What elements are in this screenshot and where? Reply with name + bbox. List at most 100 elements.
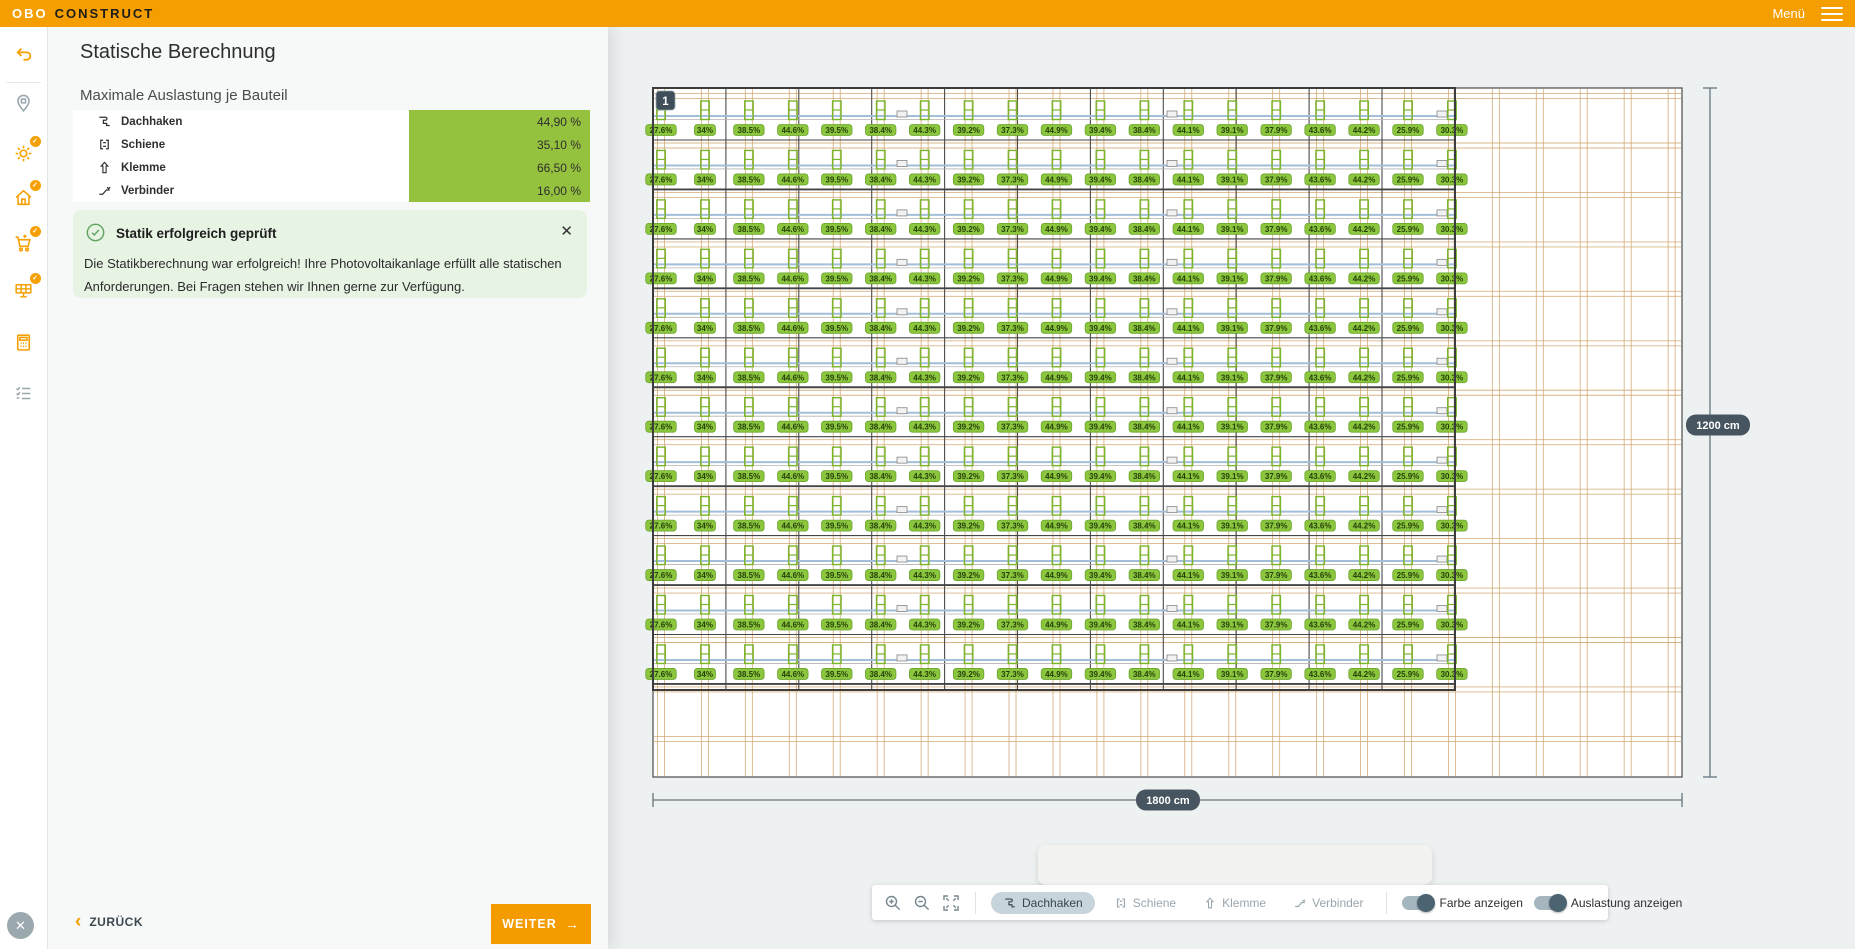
svg-text:39.5%: 39.5% bbox=[825, 324, 848, 333]
svg-text:43.6%: 43.6% bbox=[1309, 670, 1332, 679]
svg-text:44.9%: 44.9% bbox=[1045, 621, 1068, 630]
svg-text:44.2%: 44.2% bbox=[1353, 126, 1376, 135]
location-pin-icon[interactable] bbox=[11, 90, 37, 116]
step-done-badge: ✓ bbox=[30, 180, 41, 191]
svg-text:44.1%: 44.1% bbox=[1177, 373, 1200, 382]
svg-text:25.9%: 25.9% bbox=[1397, 670, 1420, 679]
svg-text:44.9%: 44.9% bbox=[1045, 373, 1068, 382]
svg-text:39.1%: 39.1% bbox=[1221, 670, 1244, 679]
svg-text:44.9%: 44.9% bbox=[1045, 175, 1068, 184]
calculator-icon[interactable] bbox=[11, 329, 37, 355]
roof-layout-diagram[interactable]: 27.6%34%38.5%44.6%39.5%38.4%44.3%39.2%37… bbox=[608, 27, 1855, 949]
svg-text:44.9%: 44.9% bbox=[1045, 274, 1068, 283]
svg-text:44.2%: 44.2% bbox=[1353, 670, 1376, 679]
component-label: Dachhaken bbox=[121, 116, 182, 128]
svg-text:39.1%: 39.1% bbox=[1221, 571, 1244, 580]
svg-text:39.5%: 39.5% bbox=[825, 621, 848, 630]
hamburger-menu-icon[interactable] bbox=[1821, 7, 1843, 21]
solar-panel-icon[interactable]: ✓ bbox=[11, 277, 37, 303]
svg-text:43.6%: 43.6% bbox=[1309, 324, 1332, 333]
svg-text:44.2%: 44.2% bbox=[1353, 423, 1376, 432]
svg-text:25.9%: 25.9% bbox=[1397, 126, 1420, 135]
svg-text:44.1%: 44.1% bbox=[1177, 126, 1200, 135]
svg-text:37.9%: 37.9% bbox=[1265, 670, 1288, 679]
svg-text:25.9%: 25.9% bbox=[1397, 225, 1420, 234]
roof-hook-icon bbox=[97, 114, 112, 129]
component-value: 44,90 % bbox=[409, 110, 590, 133]
svg-text:34%: 34% bbox=[697, 324, 713, 333]
svg-text:43.6%: 43.6% bbox=[1309, 225, 1332, 234]
zoom-in-icon[interactable] bbox=[884, 894, 902, 912]
component-value: 35,10 % bbox=[409, 133, 590, 156]
roof-hook-icon bbox=[1003, 896, 1017, 910]
svg-text:44.6%: 44.6% bbox=[781, 472, 804, 481]
svg-text:43.6%: 43.6% bbox=[1309, 522, 1332, 531]
svg-text:39.4%: 39.4% bbox=[1089, 522, 1112, 531]
svg-text:43.6%: 43.6% bbox=[1309, 126, 1332, 135]
sidebar-divider bbox=[6, 82, 41, 83]
chevron-left-icon: ‹ bbox=[75, 912, 81, 931]
svg-text:25.9%: 25.9% bbox=[1397, 175, 1420, 184]
svg-text:38.5%: 38.5% bbox=[738, 373, 761, 382]
svg-text:38.4%: 38.4% bbox=[869, 571, 892, 580]
back-button[interactable]: ‹ ZURÜCK bbox=[75, 912, 143, 931]
brand-construct: CONSTRUCT bbox=[55, 6, 155, 21]
svg-text:30.3%: 30.3% bbox=[1441, 522, 1464, 531]
svg-text:39.5%: 39.5% bbox=[825, 522, 848, 531]
svg-text:30.3%: 30.3% bbox=[1441, 571, 1464, 580]
house-icon[interactable]: ✓ bbox=[11, 184, 37, 210]
utilization-toggle[interactable] bbox=[1534, 896, 1565, 910]
settings-sun-icon[interactable]: ✓ bbox=[11, 140, 37, 166]
svg-text:43.6%: 43.6% bbox=[1309, 571, 1332, 580]
filter-dachhaken-button[interactable]: Dachhaken bbox=[991, 892, 1095, 914]
svg-text:39.2%: 39.2% bbox=[957, 621, 980, 630]
svg-text:30.3%: 30.3% bbox=[1441, 472, 1464, 481]
svg-text:37.9%: 37.9% bbox=[1265, 175, 1288, 184]
svg-text:44.9%: 44.9% bbox=[1045, 472, 1068, 481]
svg-text:38.4%: 38.4% bbox=[869, 373, 892, 382]
svg-text:1200 cm: 1200 cm bbox=[1696, 420, 1740, 432]
color-toggle[interactable] bbox=[1402, 896, 1433, 910]
svg-text:34%: 34% bbox=[697, 225, 713, 234]
success-alert: Statik erfolgreich geprüft ✕ Die Statikb… bbox=[73, 210, 587, 298]
connector-icon bbox=[1293, 896, 1307, 910]
svg-text:37.3%: 37.3% bbox=[1001, 126, 1024, 135]
filter-klemme-button[interactable]: Klemme bbox=[1195, 892, 1274, 914]
close-icon[interactable]: ✕ bbox=[560, 222, 573, 240]
cart-icon[interactable]: ✓ bbox=[11, 230, 37, 256]
filter-schiene-button[interactable]: Schiene bbox=[1106, 892, 1184, 914]
svg-text:39.1%: 39.1% bbox=[1221, 621, 1244, 630]
rail-icon bbox=[1114, 896, 1128, 910]
svg-text:44.2%: 44.2% bbox=[1353, 175, 1376, 184]
svg-text:37.3%: 37.3% bbox=[1001, 423, 1024, 432]
back-arrow-icon[interactable] bbox=[11, 42, 37, 68]
svg-text:37.9%: 37.9% bbox=[1265, 621, 1288, 630]
svg-text:25.9%: 25.9% bbox=[1397, 571, 1420, 580]
clamp-icon bbox=[1203, 896, 1217, 910]
svg-text:44.3%: 44.3% bbox=[913, 571, 936, 580]
svg-text:39.2%: 39.2% bbox=[957, 423, 980, 432]
svg-text:39.4%: 39.4% bbox=[1089, 225, 1112, 234]
svg-text:43.6%: 43.6% bbox=[1309, 175, 1332, 184]
svg-text:39.2%: 39.2% bbox=[957, 571, 980, 580]
roof-area-badge: 1 bbox=[656, 91, 675, 110]
svg-text:39.5%: 39.5% bbox=[825, 274, 848, 283]
svg-text:30.3%: 30.3% bbox=[1441, 324, 1464, 333]
arrow-right-icon: → bbox=[565, 916, 580, 932]
svg-text:39.1%: 39.1% bbox=[1221, 274, 1244, 283]
fit-screen-icon[interactable] bbox=[942, 894, 960, 912]
svg-text:44.3%: 44.3% bbox=[913, 373, 936, 382]
svg-text:39.4%: 39.4% bbox=[1089, 670, 1112, 679]
svg-text:39.1%: 39.1% bbox=[1221, 126, 1244, 135]
menu-label[interactable]: Menü bbox=[1772, 6, 1805, 21]
svg-text:44.6%: 44.6% bbox=[781, 225, 804, 234]
svg-text:44.9%: 44.9% bbox=[1045, 423, 1068, 432]
svg-text:34%: 34% bbox=[697, 472, 713, 481]
zoom-out-icon[interactable] bbox=[913, 894, 931, 912]
svg-text:44.1%: 44.1% bbox=[1177, 621, 1200, 630]
filter-verbinder-button[interactable]: Verbinder bbox=[1285, 892, 1371, 914]
next-button[interactable]: WEITER → bbox=[491, 904, 591, 944]
close-fab-icon[interactable]: ✕ bbox=[7, 912, 34, 939]
checklist-icon[interactable] bbox=[11, 380, 37, 406]
svg-text:44.1%: 44.1% bbox=[1177, 522, 1200, 531]
